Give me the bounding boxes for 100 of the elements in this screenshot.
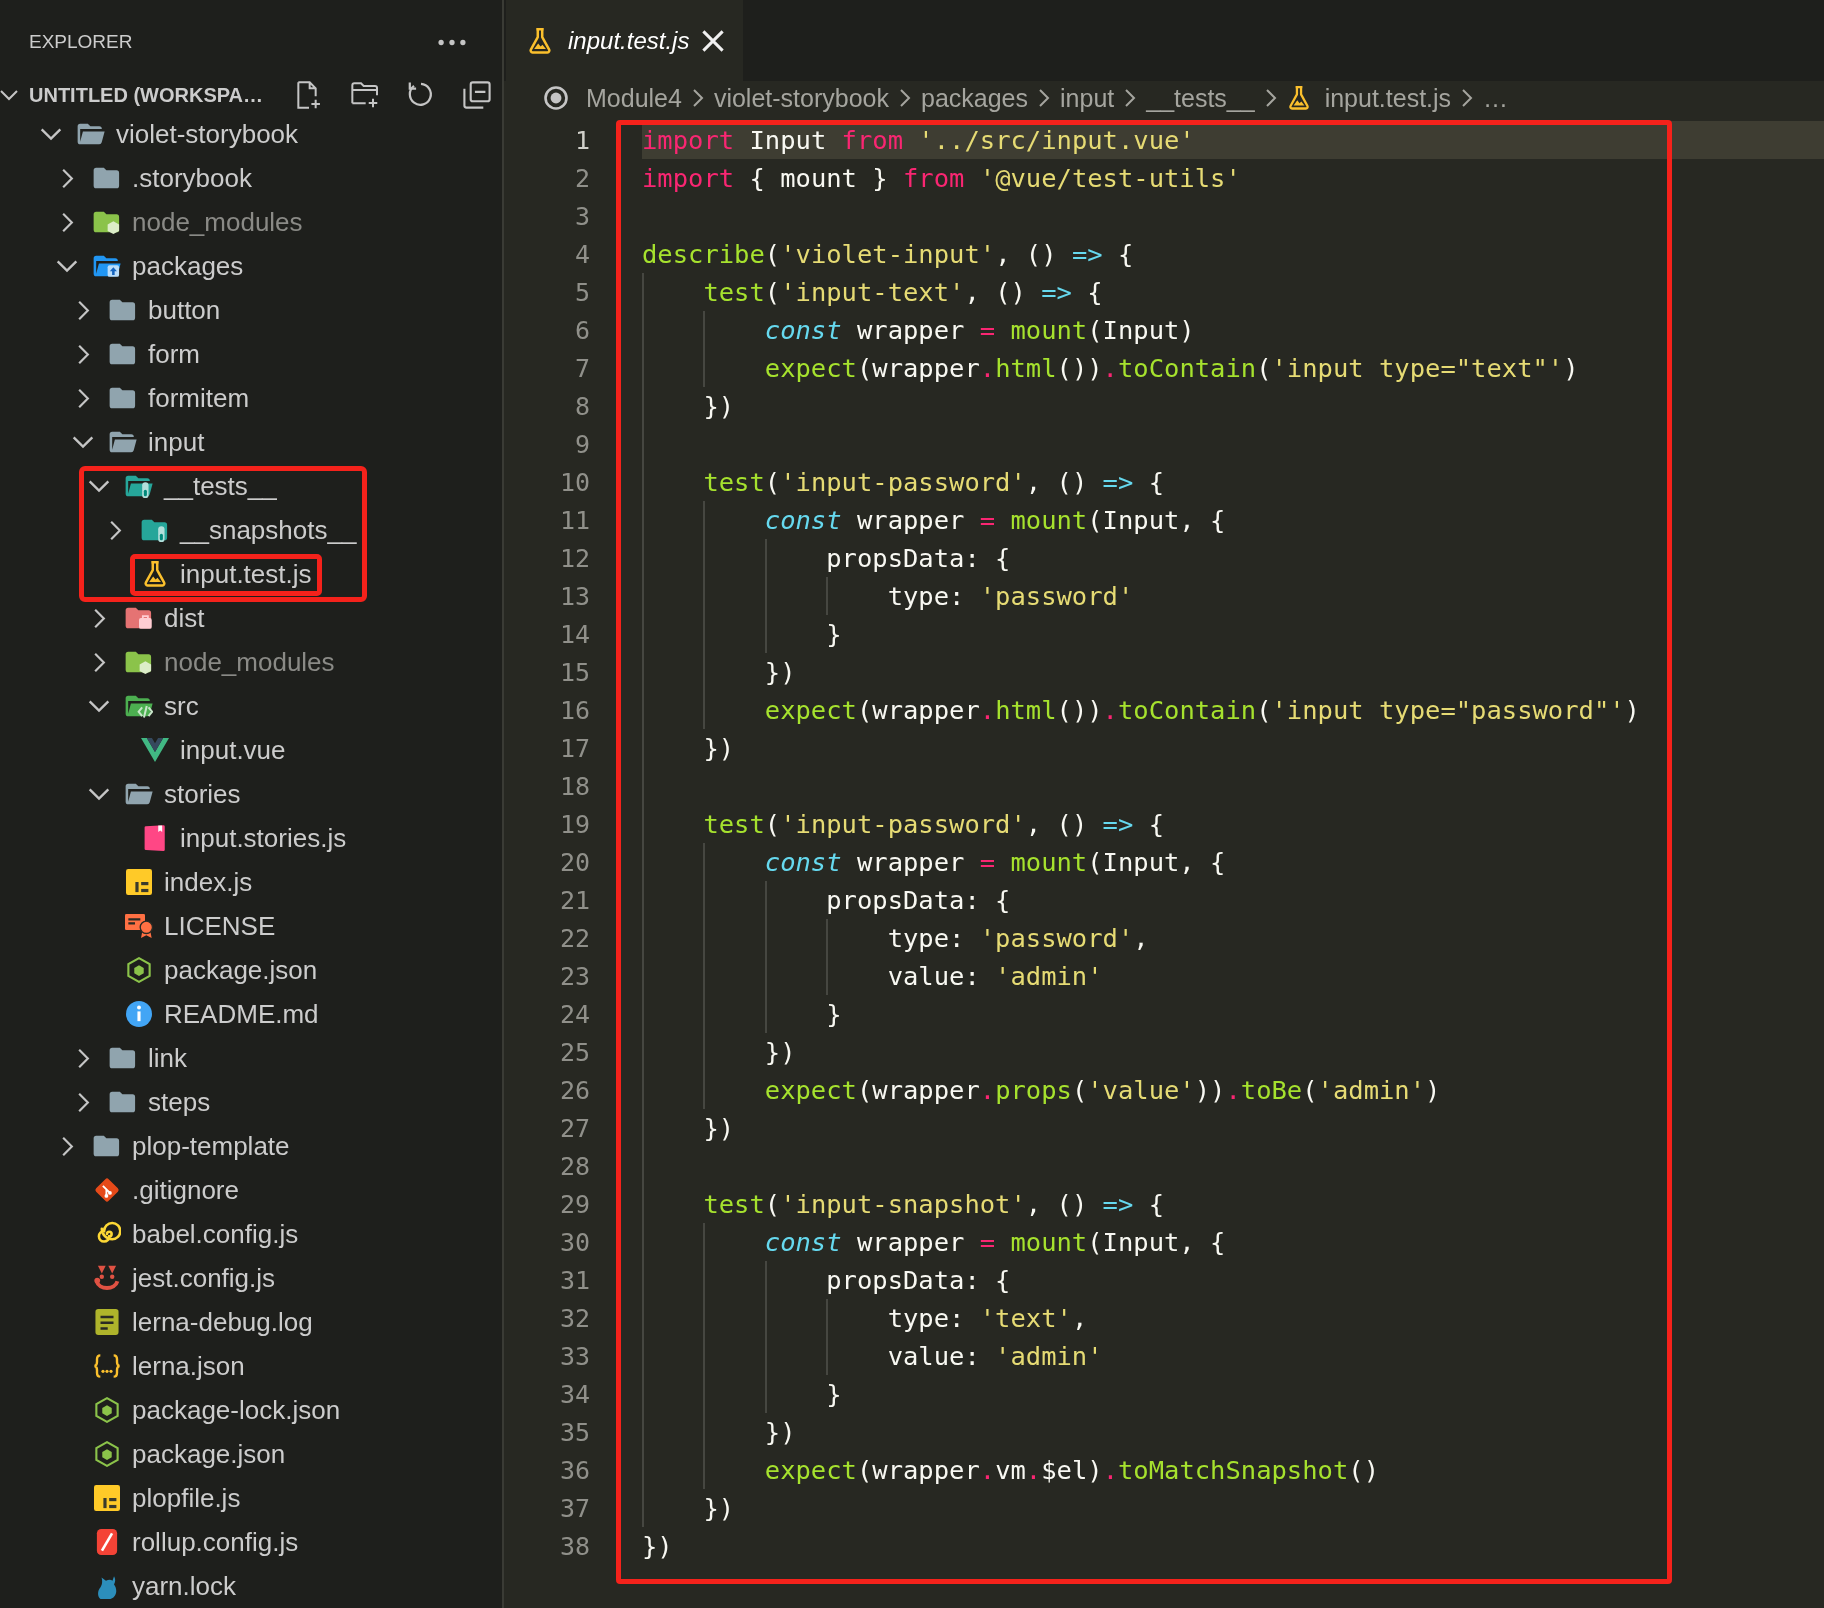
chevron-down-icon[interactable] [0, 89, 18, 101]
breadcrumb-item[interactable]: violet-storybook [713, 83, 889, 113]
code-line: }) [764, 1417, 796, 1447]
tree-item[interactable]: __snapshots__ [0, 508, 502, 552]
chevron-down-icon[interactable] [56, 259, 78, 273]
chevron-right-icon[interactable] [76, 343, 90, 365]
tree-item[interactable]: plopfile.js [0, 1476, 502, 1520]
chevron-right-icon[interactable] [60, 1135, 74, 1157]
tree-item[interactable]: input [0, 420, 502, 464]
tree-item[interactable]: .storybook [0, 156, 502, 200]
tree-item[interactable]: form [0, 332, 502, 376]
line-number: 7 [573, 353, 591, 383]
tree-item[interactable]: babel.config.js [0, 1212, 502, 1256]
folder-icon [109, 385, 137, 411]
tree-item[interactable]: link [0, 1036, 502, 1080]
tree-item[interactable]: lerna-debug.log [0, 1300, 502, 1344]
refresh-icon[interactable] [407, 81, 435, 109]
code-line: test('input-password', () => { [703, 809, 1165, 839]
breadcrumb-item[interactable]: packages [921, 83, 1028, 113]
line-number: 29 [558, 1189, 591, 1219]
tree-item[interactable]: yarn.lock [0, 1564, 502, 1608]
flask-icon [526, 27, 554, 54]
code-line: type: 'text', [887, 1303, 1088, 1333]
tree-item[interactable]: plop-template [0, 1124, 502, 1168]
chevron-down-icon[interactable] [72, 435, 94, 449]
chevron-down-icon[interactable] [88, 479, 110, 493]
close-icon[interactable] [702, 29, 725, 52]
code-line: }) [703, 1113, 735, 1143]
chevron-right-icon[interactable] [108, 519, 122, 541]
chevron-down-icon[interactable] [88, 787, 110, 801]
tree-item[interactable]: button [0, 288, 502, 332]
line-number: 3 [573, 201, 591, 231]
tree-item[interactable]: rollup.config.js [0, 1520, 502, 1564]
chevron-right-icon[interactable] [92, 651, 106, 673]
code-line: expect(wrapper.vm.$el).toMatchSnapshot() [764, 1455, 1379, 1485]
tree-item[interactable]: input.vue [0, 728, 502, 772]
tree-item[interactable]: .gitignore [0, 1168, 502, 1212]
tree-item[interactable]: package.json [0, 948, 502, 992]
collapse-all-icon[interactable] [463, 81, 491, 109]
editor-tab[interactable]: input.test.js [506, 0, 744, 81]
chevron-right-icon[interactable] [76, 1047, 90, 1069]
tree-item[interactable]: node_modules [0, 640, 502, 684]
line-number: 11 [558, 505, 591, 535]
folder-icon [109, 1045, 137, 1071]
open-folder-icon [125, 781, 153, 807]
tree-item[interactable]: package.json [0, 1432, 502, 1476]
line-number: 31 [558, 1265, 591, 1295]
tree-item[interactable]: __tests__ [0, 464, 502, 508]
chevron-right-icon[interactable] [92, 607, 106, 629]
tree-item[interactable]: node_modules [0, 200, 502, 244]
code-line: }) [642, 1531, 673, 1561]
breadcrumb-item[interactable]: __tests__ [1146, 83, 1255, 113]
tree-item[interactable]: violet-storybook [0, 112, 502, 156]
code-line: expect(wrapper.html()).toContain('input type="password"') [764, 695, 1640, 725]
tree-item[interactable]: package-lock.json [0, 1388, 502, 1432]
tree-item[interactable]: src [0, 684, 502, 728]
chevron-right-icon[interactable] [76, 387, 90, 409]
tree-item[interactable]: input.stories.js [0, 816, 502, 860]
line-number: 5 [573, 277, 591, 307]
chevron-right-icon[interactable] [60, 167, 74, 189]
chevron-down-icon[interactable] [88, 699, 110, 713]
tree-item[interactable]: dist [0, 596, 502, 640]
tree-item[interactable]: packages [0, 244, 502, 288]
chevron-right-icon[interactable] [76, 299, 90, 321]
new-file-icon[interactable] [295, 81, 323, 109]
line-number: 20 [558, 847, 591, 877]
new-folder-icon[interactable] [351, 81, 379, 109]
tree-item[interactable]: lerna.json [0, 1344, 502, 1388]
tree-item[interactable]: README.md [0, 992, 502, 1036]
more-icon[interactable] [438, 38, 466, 46]
breadcrumb-item[interactable]: … [1483, 83, 1509, 113]
folder-icon [109, 1089, 137, 1115]
line-number: 6 [573, 315, 591, 345]
tree-item[interactable]: formitem [0, 376, 502, 420]
line-number: 1 [573, 125, 591, 155]
tree-item[interactable]: steps [0, 1080, 502, 1124]
breadcrumb-item[interactable]: input [1060, 83, 1115, 113]
chevron-right-icon [1461, 89, 1474, 107]
breadcrumb-item[interactable]: Module4 [544, 83, 682, 113]
tree-item[interactable]: stories [0, 772, 502, 816]
line-number: 38 [558, 1531, 591, 1561]
file-tile-icon [93, 1485, 121, 1511]
code-line: test('input-password', () => { [703, 467, 1165, 497]
folder-icon [93, 165, 121, 191]
line-number: 35 [558, 1417, 591, 1447]
tree-item[interactable]: index.js [0, 860, 502, 904]
tree-item[interactable]: input.test.js [0, 552, 502, 596]
code-line: value: 'admin' [887, 1341, 1103, 1371]
breadcrumb-item[interactable]: input.test.js [1286, 83, 1452, 113]
chevron-right-icon[interactable] [60, 211, 74, 233]
test-tube-folder-icon [141, 517, 169, 543]
tree-item[interactable]: LICENSE [0, 904, 502, 948]
folder-icon [93, 1133, 121, 1159]
line-number: 12 [558, 543, 591, 573]
tree-item[interactable]: jest.config.js [0, 1256, 502, 1300]
panel-title: EXPLORER [29, 31, 133, 53]
section-header[interactable]: UNTITLED (WORKSPA… [0, 78, 295, 112]
chevron-down-icon[interactable] [40, 127, 62, 141]
chevron-right-icon [1264, 89, 1277, 107]
chevron-right-icon[interactable] [76, 1091, 90, 1113]
